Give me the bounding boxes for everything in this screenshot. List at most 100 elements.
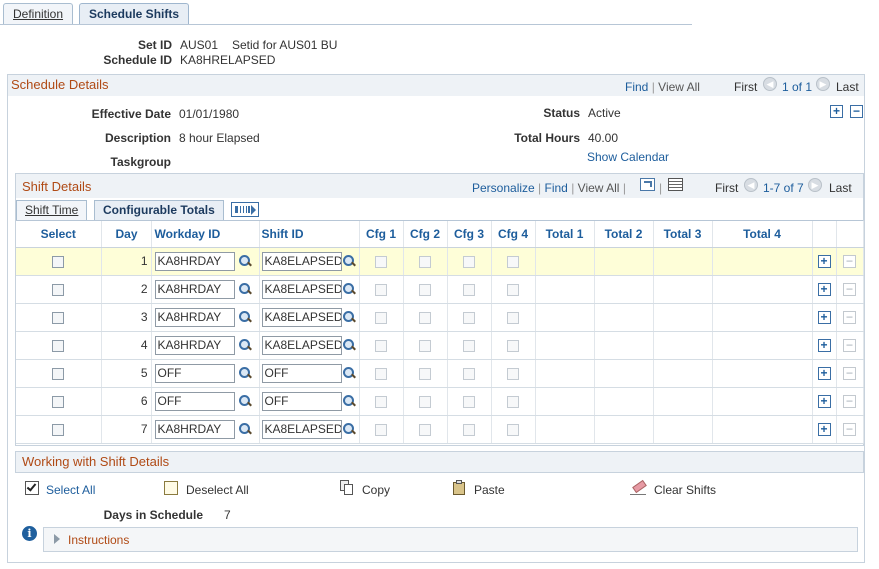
lookup-icon[interactable]: [342, 282, 356, 296]
add-row-icon[interactable]: +: [817, 283, 831, 297]
total4-cell: [712, 275, 813, 304]
tab-schedule-shifts[interactable]: Schedule Shifts: [79, 3, 190, 25]
delete-row-icon: −: [843, 283, 856, 297]
lookup-icon[interactable]: [238, 282, 252, 296]
expand-arrow-icon[interactable]: [54, 534, 60, 544]
view-all-link[interactable]: View All: [578, 181, 620, 195]
column-header-cfg1[interactable]: Cfg 1: [359, 221, 404, 248]
add-cell: +: [812, 247, 837, 276]
instructions-collapsible[interactable]: [43, 527, 858, 552]
column-header-total1[interactable]: Total 1: [535, 221, 595, 248]
select-all-link[interactable]: Select All: [46, 483, 95, 497]
tab-configurable-totals[interactable]: Configurable Totals: [94, 200, 224, 221]
workday-id-input[interactable]: KA8HRDAY: [154, 419, 235, 439]
select-checkbox[interactable]: [52, 255, 65, 268]
next-icon[interactable]: ▶: [808, 178, 822, 192]
column-header-shift-id[interactable]: Shift ID: [259, 221, 360, 248]
deselect-all-checkbox-icon[interactable]: [164, 481, 178, 495]
select-checkbox[interactable]: [52, 423, 65, 436]
add-row-icon[interactable]: +: [830, 105, 843, 118]
eraser-icon[interactable]: [630, 479, 648, 496]
cfg4-checkbox: [507, 255, 519, 268]
tab-shift-time[interactable]: Shift Time: [16, 200, 88, 221]
copy-icon[interactable]: [340, 480, 354, 496]
workday-id-input[interactable]: OFF: [154, 391, 235, 411]
select-checkbox[interactable]: [52, 367, 65, 380]
add-row-icon[interactable]: +: [817, 311, 831, 325]
select-checkbox[interactable]: [52, 311, 65, 324]
shift-id-input[interactable]: OFF: [261, 391, 342, 411]
cfg-cell: [447, 359, 492, 388]
lookup-icon[interactable]: [342, 310, 356, 324]
add-row-icon[interactable]: +: [817, 255, 831, 269]
next-icon[interactable]: ▶: [816, 77, 830, 91]
cfg-cell: [491, 331, 536, 360]
lookup-icon[interactable]: [342, 394, 356, 408]
zoom-grid-icon[interactable]: [640, 178, 655, 191]
workday-id-input[interactable]: KA8HRDAY: [154, 307, 235, 327]
shift-id-input[interactable]: KA8ELAPSED: [261, 279, 342, 299]
deselect-all-link[interactable]: Deselect All: [186, 483, 249, 497]
column-header-cfg4[interactable]: Cfg 4: [491, 221, 536, 248]
paste-link[interactable]: Paste: [474, 483, 505, 497]
lookup-icon[interactable]: [238, 310, 252, 324]
download-spreadsheet-icon[interactable]: [668, 178, 683, 191]
lookup-icon[interactable]: [238, 254, 252, 268]
find-link[interactable]: Find: [545, 181, 568, 195]
shift-id-input[interactable]: KA8ELAPSED: [261, 307, 342, 327]
lookup-icon[interactable]: [238, 366, 252, 380]
column-header-cfg3[interactable]: Cfg 3: [447, 221, 492, 248]
column-header-workday-id[interactable]: Workday ID: [151, 221, 260, 248]
column-header-select[interactable]: Select: [16, 221, 102, 248]
tab-definition[interactable]: Definition: [3, 3, 74, 25]
shift-id-input[interactable]: OFF: [261, 363, 342, 383]
column-header-total3[interactable]: Total 3: [653, 221, 713, 248]
workday-id-input[interactable]: OFF: [154, 363, 235, 383]
total1-cell: [535, 387, 595, 416]
add-row-icon[interactable]: +: [817, 395, 831, 409]
shift-id-input[interactable]: KA8ELAPSED: [261, 335, 342, 355]
clear-shifts-link[interactable]: Clear Shifts: [654, 483, 716, 497]
add-row-icon[interactable]: +: [817, 423, 831, 437]
lookup-icon[interactable]: [238, 422, 252, 436]
select-checkbox[interactable]: [52, 339, 65, 352]
total1-cell: [535, 415, 595, 444]
lookup-icon[interactable]: [342, 254, 356, 268]
description-value: 8 hour Elapsed: [179, 131, 260, 145]
shift-id-input[interactable]: KA8ELAPSED: [261, 419, 342, 439]
column-header-total2[interactable]: Total 2: [594, 221, 654, 248]
workday-id-input[interactable]: KA8HRDAY: [154, 335, 235, 355]
select-all-checkbox-icon[interactable]: [25, 481, 39, 495]
lookup-icon[interactable]: [342, 366, 356, 380]
select-checkbox[interactable]: [52, 283, 65, 296]
personalize-link[interactable]: Personalize: [472, 181, 535, 195]
select-checkbox[interactable]: [52, 395, 65, 408]
delete-row-icon[interactable]: −: [850, 105, 863, 118]
lookup-icon[interactable]: [342, 338, 356, 352]
column-header-total4[interactable]: Total 4: [712, 221, 813, 248]
total3-cell: [653, 331, 713, 360]
total2-cell: [594, 247, 654, 276]
lookup-icon[interactable]: [238, 338, 252, 352]
paste-icon[interactable]: [453, 480, 466, 496]
previous-icon[interactable]: ◀: [744, 178, 758, 192]
add-cell: +: [812, 359, 837, 388]
copy-link[interactable]: Copy: [362, 483, 390, 497]
instructions-label[interactable]: Instructions: [68, 533, 129, 547]
column-header-cfg2[interactable]: Cfg 2: [403, 221, 448, 248]
column-header-day[interactable]: Day: [101, 221, 152, 248]
row-range: 1 of 1: [782, 80, 813, 94]
show-all-columns-icon[interactable]: [231, 202, 259, 217]
find-link[interactable]: Find: [625, 80, 648, 94]
show-calendar-link[interactable]: Show Calendar: [587, 150, 669, 164]
workday-id-input[interactable]: KA8HRDAY: [154, 251, 235, 271]
workday-id-input[interactable]: KA8HRDAY: [154, 279, 235, 299]
add-row-icon[interactable]: +: [817, 367, 831, 381]
view-all-link[interactable]: View All: [658, 80, 700, 94]
previous-icon[interactable]: ◀: [763, 77, 777, 91]
lookup-icon[interactable]: [238, 394, 252, 408]
cfg-cell: [491, 415, 536, 444]
lookup-icon[interactable]: [342, 422, 356, 436]
shift-id-input[interactable]: KA8ELAPSED: [261, 251, 342, 271]
add-row-icon[interactable]: +: [817, 339, 831, 353]
